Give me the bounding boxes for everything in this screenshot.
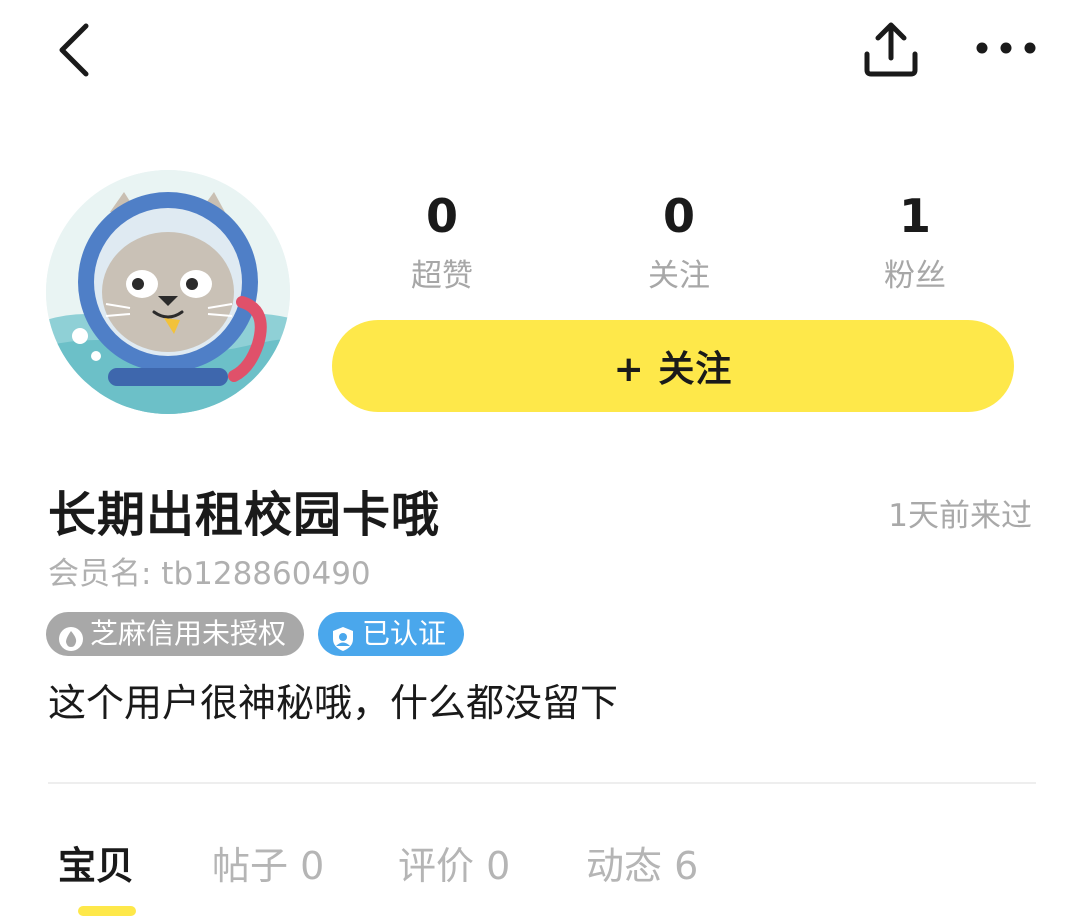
tab-items[interactable]: 宝贝 — [58, 838, 134, 894]
stat-likes-value: 0 — [425, 189, 458, 243]
stat-likes-label: 超赞 — [411, 258, 473, 294]
stat-followers[interactable]: 1 粉丝 — [825, 188, 1005, 296]
last-seen-text: 1天前来过 — [888, 498, 1032, 534]
stat-followers-value: 1 — [898, 189, 931, 243]
verified-user-icon — [330, 621, 356, 651]
more-options-icon[interactable] — [970, 20, 1042, 76]
zhima-credit-label: 芝麻信用未授权 — [90, 617, 287, 650]
stat-likes[interactable]: 0 超赞 — [352, 188, 532, 296]
profile-name: 长期出租校园卡哦 — [48, 487, 441, 543]
share-icon[interactable] — [858, 18, 924, 82]
zhima-credit-badge[interactable]: 芝麻信用未授权 — [46, 612, 305, 656]
verified-label: 已认证 — [362, 617, 447, 650]
active-tab-indicator — [78, 906, 136, 916]
stat-following-label: 关注 — [648, 258, 710, 294]
flame-drop-icon — [58, 621, 84, 651]
stat-following[interactable]: 0 关注 — [589, 188, 769, 296]
profile-bio: 这个用户很神秘哦，什么都没留下 — [48, 681, 619, 725]
verified-badge[interactable]: 已认证 — [318, 612, 465, 656]
section-divider — [48, 782, 1036, 784]
stat-following-value: 0 — [662, 189, 695, 243]
follow-button-label: + 关注 — [613, 349, 733, 390]
tab-posts[interactable]: 帖子 0 — [212, 838, 324, 894]
tab-reviews[interactable]: 评价 0 — [398, 838, 510, 894]
member-name: 会员名: tb128860490 — [48, 556, 371, 592]
tab-activity[interactable]: 动态 6 — [586, 838, 698, 894]
back-chevron-icon[interactable] — [48, 18, 108, 82]
avatar[interactable] — [46, 170, 290, 414]
stat-followers-label: 粉丝 — [884, 258, 946, 294]
follow-button[interactable]: + 关注 — [332, 320, 1014, 412]
